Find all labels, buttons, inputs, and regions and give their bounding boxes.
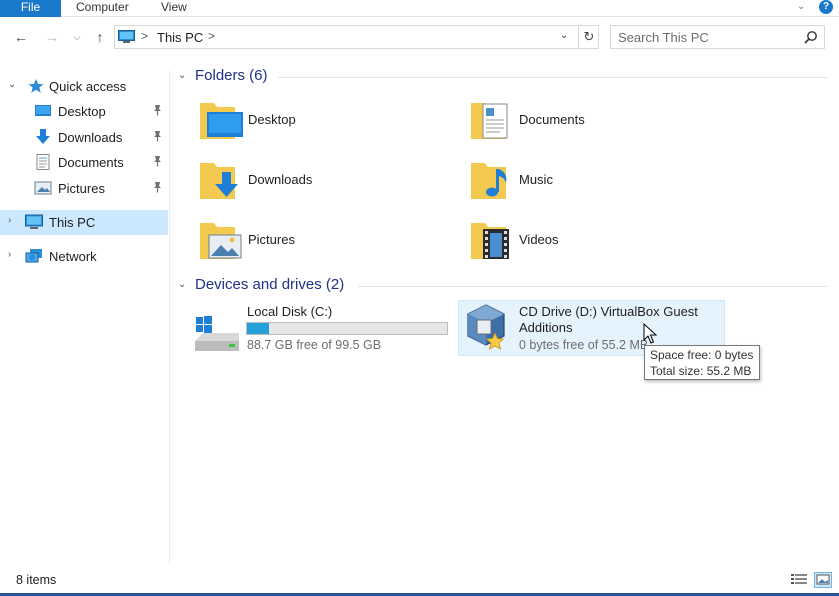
address-bar[interactable]: > This PC > ⌄ ↻ — [114, 25, 599, 49]
nav-label: Network — [49, 249, 97, 264]
group-divider — [358, 286, 828, 287]
drive-free-space: 0 bytes free of 55.2 MB — [519, 338, 649, 352]
this-pc-icon — [25, 214, 43, 229]
collapse-icon[interactable]: ⌄ — [8, 79, 16, 90]
nav-item-quick-access[interactable]: ⌄ Quick access — [0, 74, 168, 99]
folder-tile-downloads[interactable]: Downloads — [199, 157, 449, 213]
downloads-folder-icon — [200, 163, 238, 199]
collapse-icon[interactable]: ⌄ — [178, 70, 186, 81]
nav-label: Desktop — [58, 104, 106, 119]
nav-label: This PC — [49, 215, 96, 230]
breadcrumb-this-pc[interactable]: This PC — [157, 30, 203, 45]
drive-name: Local Disk (C:) — [247, 304, 333, 319]
up-button[interactable]: ↑ — [90, 25, 110, 49]
documents-folder-icon — [471, 103, 508, 139]
ribbon: File Computer View ⌄ ? — [0, 0, 839, 17]
item-count: 8 items — [16, 573, 57, 587]
address-dropdown-icon[interactable]: ⌄ — [560, 30, 568, 41]
forward-button[interactable]: → — [42, 25, 62, 49]
search-icon[interactable] — [804, 30, 818, 44]
music-folder-icon — [471, 163, 507, 199]
group-header-folders[interactable]: ⌄ Folders (6) — [178, 67, 828, 87]
drive-name-continued: Additions — [519, 320, 573, 335]
collapse-icon[interactable]: ⌄ — [178, 279, 186, 290]
ribbon-tab-view[interactable]: View — [161, 0, 187, 17]
ribbon-tab-computer[interactable]: Computer — [76, 0, 129, 17]
navigation-pane: ⌄ Quick access Desktop Downloads Documen… — [0, 70, 170, 565]
nav-item-documents[interactable]: Documents — [0, 150, 168, 175]
documents-icon — [36, 154, 50, 170]
nav-label: Downloads — [58, 130, 123, 145]
star-icon — [28, 79, 44, 93]
desktop-folder-icon — [200, 103, 243, 139]
pictures-folder-icon — [200, 223, 242, 259]
network-icon — [25, 249, 42, 263]
folder-tile-videos[interactable]: Videos — [470, 217, 720, 273]
folder-label: Documents — [519, 112, 585, 127]
drive-name: CD Drive (D:) VirtualBox Guest — [519, 304, 698, 319]
expand-ribbon-icon[interactable]: ⌄ — [797, 1, 805, 12]
group-header-devices[interactable]: ⌄ Devices and drives (2) — [178, 276, 828, 296]
videos-folder-icon — [471, 223, 509, 259]
nav-item-this-pc[interactable]: › This PC — [0, 210, 168, 235]
group-title: Devices and drives (2) — [195, 276, 345, 293]
nav-label: Pictures — [58, 181, 105, 196]
tooltip-total-size: Total size: 55.2 MB — [650, 364, 752, 378]
nav-item-downloads[interactable]: Downloads — [0, 125, 168, 150]
drive-tile-local-disk[interactable]: Local Disk (C:) 88.7 GB free of 99.5 GB — [190, 302, 452, 358]
drive-free-space: 88.7 GB free of 99.5 GB — [247, 338, 382, 352]
tooltip-space-free: Space free: 0 bytes — [650, 348, 754, 362]
folder-label: Music — [519, 172, 553, 187]
expand-icon[interactable]: › — [8, 215, 11, 226]
folder-label: Videos — [519, 232, 559, 247]
nav-label: Documents — [58, 155, 124, 170]
back-button[interactable]: ← — [10, 25, 32, 49]
recent-locations-button[interactable]: ⌵ — [70, 25, 84, 49]
breadcrumb-separator[interactable]: > — [141, 29, 148, 43]
group-title: Folders (6) — [195, 67, 268, 84]
search-box[interactable] — [610, 25, 825, 49]
this-pc-icon — [118, 30, 135, 43]
nav-label: Quick access — [49, 79, 127, 94]
details-view-icon[interactable] — [790, 572, 808, 588]
folder-tile-music[interactable]: Music — [470, 157, 720, 213]
folder-label: Pictures — [248, 232, 295, 247]
folder-tile-documents[interactable]: Documents — [470, 97, 720, 153]
pin-icon[interactable] — [152, 181, 163, 193]
mouse-cursor-icon — [643, 323, 657, 344]
virtualbox-icon — [467, 304, 505, 350]
expand-icon[interactable]: › — [8, 249, 11, 260]
pictures-icon — [34, 181, 52, 195]
nav-item-desktop[interactable]: Desktop — [0, 99, 168, 124]
capacity-bar-fill — [247, 323, 269, 334]
capacity-bar — [246, 322, 448, 335]
drive-tooltip: Space free: 0 bytes Total size: 55.2 MB — [644, 345, 760, 380]
group-divider — [278, 77, 828, 78]
pin-icon[interactable] — [152, 155, 163, 167]
folder-label: Desktop — [248, 112, 296, 127]
large-icons-view-icon[interactable] — [814, 572, 832, 588]
folder-tile-pictures[interactable]: Pictures — [199, 217, 449, 273]
local-disk-icon — [195, 316, 239, 351]
nav-item-network[interactable]: › Network — [0, 244, 168, 269]
desktop-icon — [35, 105, 51, 116]
folder-label: Downloads — [248, 172, 313, 187]
nav-item-pictures[interactable]: Pictures — [0, 176, 168, 201]
status-bar: 8 items — [0, 568, 839, 593]
refresh-button[interactable]: ↻ — [578, 26, 599, 48]
folder-tile-desktop[interactable]: Desktop — [199, 97, 449, 153]
breadcrumb-separator[interactable]: > — [208, 29, 215, 43]
pin-icon[interactable] — [152, 104, 163, 116]
ribbon-tab-file[interactable]: File — [0, 0, 61, 17]
help-icon[interactable]: ? — [819, 0, 833, 14]
pin-icon[interactable] — [152, 130, 163, 142]
search-input[interactable] — [618, 29, 798, 45]
downloads-icon — [36, 129, 50, 144]
